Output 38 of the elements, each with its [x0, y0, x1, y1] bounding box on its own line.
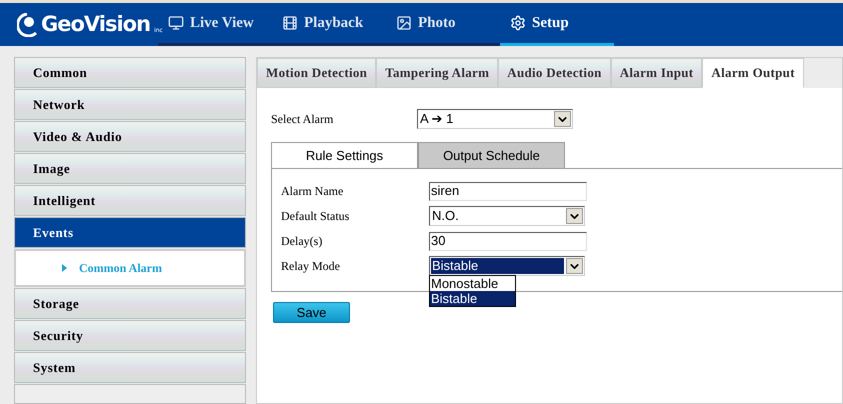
dropdown-field[interactable]: N.O.	[429, 206, 585, 226]
sidebar-item[interactable]: Events	[14, 217, 246, 248]
film-icon	[282, 15, 298, 31]
monitor-icon	[168, 15, 184, 31]
field-label: Relay Mode	[281, 258, 341, 275]
tab[interactable]: Motion Detection	[257, 58, 376, 88]
text-field[interactable]: 30	[429, 232, 587, 250]
gear-icon	[510, 15, 526, 31]
tab[interactable]: Audio Detection	[498, 58, 611, 88]
field-label: Default Status	[281, 208, 350, 225]
nav-tab[interactable]: Photo	[386, 3, 500, 46]
sidebar-item[interactable]: Network	[14, 89, 246, 120]
subtab[interactable]: Rule Settings	[271, 142, 418, 169]
logo-text: GeoVision	[41, 14, 150, 35]
dropdown-field[interactable]: A ➔ 1	[417, 109, 573, 129]
save-button[interactable]: Save	[273, 302, 350, 323]
dropdown-option[interactable]: Bistable	[430, 291, 515, 306]
logo-icon	[17, 12, 37, 36]
sidebar-item[interactable]: Security	[14, 320, 246, 351]
text-field[interactable]: siren	[429, 182, 587, 200]
nav-tab[interactable]: Setup	[500, 3, 614, 46]
nav-tab[interactable]: Playback	[272, 3, 386, 46]
tab[interactable]: Tampering Alarm	[376, 58, 498, 88]
image-icon	[396, 15, 412, 31]
sidebar-item[interactable]: System	[14, 352, 246, 383]
sidebar-item[interactable]: Common	[14, 57, 246, 88]
sidebar-item[interactable]: Video & Audio	[14, 121, 246, 152]
dropdown-field[interactable]: Bistable	[429, 256, 585, 276]
field-label: Alarm Name	[281, 183, 344, 200]
sidebar-item[interactable]: Storage	[14, 288, 246, 319]
subtab[interactable]: Output Schedule	[418, 142, 565, 169]
bullet-icon	[62, 264, 67, 272]
sidebar-item[interactable]: Image	[14, 153, 246, 184]
sidebar-item[interactable]: Intelligent	[14, 185, 246, 216]
tab[interactable]: Alarm Input	[610, 58, 702, 88]
field-label: Select Alarm	[271, 111, 334, 128]
field-label: Delay(s)	[281, 233, 324, 250]
tab[interactable]: Alarm Output	[702, 58, 804, 88]
